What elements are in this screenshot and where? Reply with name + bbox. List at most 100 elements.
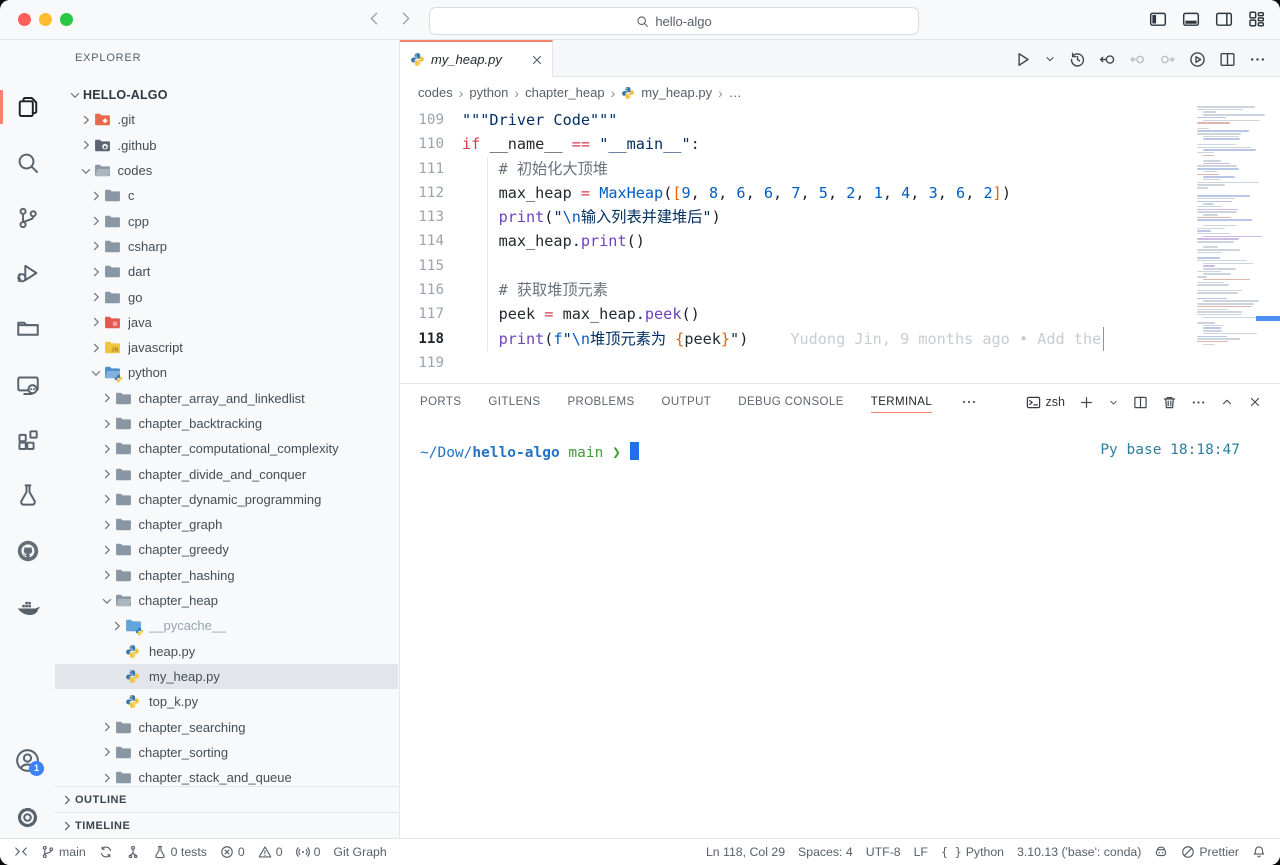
close-icon[interactable] bbox=[530, 53, 544, 67]
more-actions-icon[interactable] bbox=[1249, 51, 1266, 68]
close-panel-icon[interactable] bbox=[1248, 395, 1262, 409]
status-errors[interactable]: 0 bbox=[220, 845, 245, 859]
code-line-114[interactable]: 114 max_heap.print() bbox=[400, 229, 1192, 253]
tree-item-heap-py[interactable]: heap.py bbox=[55, 639, 398, 664]
close-window-button[interactable] bbox=[18, 13, 31, 26]
tree-item-go[interactable]: go bbox=[55, 284, 398, 309]
status-python-interpreter[interactable]: 3.10.13 ('base': conda) bbox=[1017, 845, 1141, 859]
tree-item-chapter-sorting[interactable]: chapter_sorting bbox=[55, 740, 398, 765]
panel-tab-debug-console[interactable]: DEBUG CONSOLE bbox=[738, 384, 844, 420]
status-language-mode[interactable]: { }Python bbox=[941, 845, 1004, 859]
settings-button[interactable] bbox=[0, 797, 55, 837]
breadcrumb-item[interactable]: chapter_heap bbox=[525, 85, 605, 100]
tree-item-chapter-hashing[interactable]: chapter_hashing bbox=[55, 563, 398, 588]
code-line-110[interactable]: 110if __name__ == "__main__": bbox=[400, 132, 1192, 156]
status-tests[interactable]: 0 tests bbox=[153, 845, 207, 859]
status-ports[interactable]: 0 bbox=[296, 845, 321, 859]
status-eol[interactable]: LF bbox=[914, 845, 928, 859]
tree-item-chapter-searching[interactable]: chapter_searching bbox=[55, 714, 398, 739]
tree-item--pycache-[interactable]: __pycache__ bbox=[55, 613, 398, 638]
panel-tab-output[interactable]: OUTPUT bbox=[662, 384, 712, 420]
tab-my-heap[interactable]: my_heap.py bbox=[400, 40, 553, 77]
panel-more-actions-icon[interactable] bbox=[1191, 395, 1206, 410]
status-branch[interactable]: main bbox=[41, 845, 86, 859]
status-encoding[interactable]: UTF-8 bbox=[866, 845, 901, 859]
status-gitlens[interactable] bbox=[126, 845, 140, 859]
file-history-icon[interactable] bbox=[1069, 51, 1086, 68]
code-line-113[interactable]: 113 print("\n输入列表并建堆后") bbox=[400, 205, 1192, 229]
tree-item-csharp[interactable]: csharp bbox=[55, 234, 398, 259]
code-line-115[interactable]: 115 bbox=[400, 254, 1192, 278]
code-line-111[interactable]: 111 # 初始化大顶堆 bbox=[400, 157, 1192, 181]
split-terminal-icon[interactable] bbox=[1133, 395, 1148, 410]
command-center-search[interactable]: hello-algo bbox=[429, 7, 919, 35]
tree-item-top-k-py[interactable]: top_k.py bbox=[55, 689, 398, 714]
status-cursor-position[interactable]: Ln 118, Col 29 bbox=[706, 845, 785, 859]
activity-bar-item-remote-explorer[interactable] bbox=[0, 365, 55, 405]
tree-item-chapter-graph[interactable]: chapter_graph bbox=[55, 512, 398, 537]
tree-item-java[interactable]: java bbox=[55, 310, 398, 335]
run-python-file-button[interactable] bbox=[1014, 51, 1031, 68]
status-copilot[interactable] bbox=[1154, 845, 1168, 859]
accounts-button[interactable]: 1 bbox=[0, 740, 55, 780]
terminal-shell-selector[interactable]: zsh bbox=[1026, 395, 1065, 410]
sidebar-section-timeline[interactable]: TIMELINE bbox=[55, 812, 398, 838]
tree-item-my-heap-py[interactable]: my_heap.py bbox=[55, 664, 398, 689]
terminal-dropdown-icon[interactable] bbox=[1108, 397, 1119, 408]
tree-item-chapter-dynamic-programming[interactable]: chapter_dynamic_programming bbox=[55, 487, 398, 512]
activity-bar-item-run-and-debug[interactable] bbox=[0, 253, 55, 293]
status-sync[interactable] bbox=[99, 845, 113, 859]
tree-item-chapter-backtracking[interactable]: chapter_backtracking bbox=[55, 411, 398, 436]
activity-bar-item-testing[interactable] bbox=[0, 475, 55, 515]
tree-item-chapter-array-and-linkedlist[interactable]: chapter_array_and_linkedlist bbox=[55, 386, 398, 411]
panel-tab-problems[interactable]: PROBLEMS bbox=[567, 384, 634, 420]
code-line-109[interactable]: 109"""Driver Code""" bbox=[400, 108, 1192, 132]
tree-item-chapter-divide-and-conquer[interactable]: chapter_divide_and_conquer bbox=[55, 461, 398, 486]
code-line-117[interactable]: 117 peek = max_heap.peek() bbox=[400, 302, 1192, 326]
layout-sidebar-left-icon[interactable] bbox=[1149, 10, 1167, 28]
tree-root-hello-algo[interactable]: HELLO-ALGO bbox=[55, 82, 398, 107]
tree-item--github[interactable]: .github bbox=[55, 133, 398, 158]
panel-tab-gitlens[interactable]: GITLENS bbox=[488, 384, 540, 420]
activity-bar-item-github[interactable] bbox=[0, 531, 55, 571]
status-prettier[interactable]: Prettier bbox=[1181, 845, 1239, 859]
tree-item-dart[interactable]: dart bbox=[55, 259, 398, 284]
code-line-119[interactable]: 119 bbox=[400, 351, 1192, 375]
tree-item-cpp[interactable]: cpp bbox=[55, 208, 398, 233]
tree-item-python[interactable]: python bbox=[55, 360, 398, 385]
status-git-graph[interactable]: Git Graph bbox=[333, 845, 386, 859]
layout-customize-icon[interactable] bbox=[1248, 10, 1266, 28]
tree-item-javascript[interactable]: JSjavascript bbox=[55, 335, 398, 360]
breadcrumb-item[interactable]: python bbox=[469, 85, 508, 100]
zoom-window-button[interactable] bbox=[60, 13, 73, 26]
tree-item-chapter-heap[interactable]: chapter_heap bbox=[55, 588, 398, 613]
layout-sidebar-right-icon[interactable] bbox=[1215, 10, 1233, 28]
minimize-window-button[interactable] bbox=[39, 13, 52, 26]
activity-bar-item-search[interactable] bbox=[0, 143, 55, 183]
sidebar-section-outline[interactable]: OUTLINE bbox=[55, 786, 398, 812]
status-notifications[interactable] bbox=[1252, 845, 1266, 859]
run-or-debug-icon[interactable] bbox=[1189, 51, 1206, 68]
tree-item-c[interactable]: c bbox=[55, 183, 398, 208]
activity-bar-item-docker[interactable] bbox=[0, 587, 55, 627]
code-line-118[interactable]: 118 print(f"\n堆顶元素为 {peek}")Yudong Jin, … bbox=[400, 327, 1192, 351]
activity-bar-item-project-manager[interactable] bbox=[0, 308, 55, 348]
back-icon[interactable] bbox=[366, 10, 383, 27]
code-line-116[interactable]: 116 # 获取堆顶元素 bbox=[400, 278, 1192, 302]
code-line-112[interactable]: 112 max_heap = MaxHeap([9, 8, 6, 6, 7, 5… bbox=[400, 181, 1192, 205]
breadcrumb-item[interactable]: my_heap.py bbox=[641, 85, 712, 100]
panel-tab-ports[interactable]: PORTS bbox=[420, 384, 461, 420]
run-dropdown-icon[interactable] bbox=[1044, 53, 1056, 65]
breadcrumb-item[interactable]: … bbox=[729, 85, 742, 100]
tree-item-chapter-greedy[interactable]: chapter_greedy bbox=[55, 537, 398, 562]
split-editor-icon[interactable] bbox=[1219, 51, 1236, 68]
tree-item--git[interactable]: .git bbox=[55, 107, 398, 132]
layout-panel-icon[interactable] bbox=[1182, 10, 1200, 28]
tree-item-chapter-computational-complexity[interactable]: chapter_computational_complexity bbox=[55, 436, 398, 461]
status-indentation[interactable]: Spaces: 4 bbox=[798, 845, 853, 859]
panel-more-tabs-icon[interactable] bbox=[961, 394, 977, 410]
activity-bar-item-explorer[interactable] bbox=[0, 87, 55, 127]
activity-bar-item-source-control[interactable] bbox=[0, 198, 55, 238]
forward-icon[interactable] bbox=[397, 10, 414, 27]
breadcrumb-item[interactable]: codes bbox=[418, 85, 453, 100]
